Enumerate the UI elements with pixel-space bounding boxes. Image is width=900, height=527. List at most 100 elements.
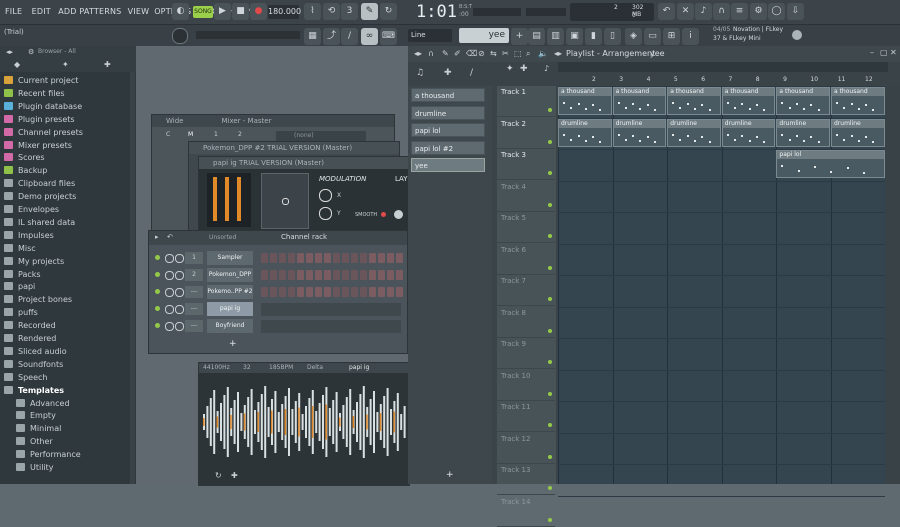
track-mute-led[interactable] <box>548 234 552 238</box>
browser-item[interactable]: Impulses <box>4 229 54 242</box>
track-mute-led[interactable] <box>548 265 552 270</box>
headphones-icon[interactable]: ∩ <box>713 3 730 20</box>
browser-item[interactable]: Channel presets <box>4 126 83 139</box>
link-icon[interactable]: ∞ <box>361 28 378 45</box>
playlist-clip[interactable]: a thousand <box>558 87 612 115</box>
track-mute-led[interactable] <box>548 423 552 427</box>
stop-icon[interactable]: ■ <box>232 3 249 20</box>
brush-icon[interactable]: / <box>341 28 358 45</box>
pattern-song-toggle[interactable]: ◐ <box>172 3 189 20</box>
playlist-clip[interactable]: drumline <box>612 118 667 147</box>
step-button[interactable] <box>333 287 340 297</box>
step-button[interactable] <box>297 287 304 297</box>
track-header[interactable]: Track 1 <box>497 86 555 117</box>
draw-tool-icon[interactable]: ✎ <box>442 49 449 58</box>
playlist-icon[interactable]: ▤ <box>528 28 545 45</box>
track-mute-led[interactable] <box>548 517 552 522</box>
step-button[interactable] <box>306 287 313 297</box>
step-button[interactable] <box>306 253 313 263</box>
channel-mute-led[interactable] <box>155 272 160 277</box>
rack-filter[interactable]: Unsorted <box>209 234 236 241</box>
channel-volume-knob[interactable] <box>175 271 184 280</box>
step-button[interactable] <box>387 253 394 263</box>
pokemon-titlebar[interactable]: Pokemon_DPP #2 TRIAL VERSION (Master) <box>189 142 399 154</box>
track-header[interactable]: Track 8 <box>497 307 555 338</box>
channel-mute-led[interactable] <box>155 306 160 311</box>
step-button[interactable] <box>279 287 286 297</box>
browser-item[interactable]: Minimal <box>16 422 61 435</box>
channel-mute-led[interactable] <box>155 323 160 328</box>
channel-pan-knob[interactable] <box>165 305 174 314</box>
track-mute-led[interactable] <box>548 139 552 144</box>
channel-mixer-track[interactable]: --- <box>185 286 203 298</box>
chat-icon[interactable]: ◯ <box>768 3 785 20</box>
step-button[interactable] <box>270 287 277 297</box>
playlist-minimize-icon[interactable]: – <box>870 48 874 57</box>
add-channel-button[interactable]: + <box>229 339 237 349</box>
browser-icon[interactable]: ▯ <box>604 28 621 45</box>
step-button[interactable] <box>396 270 403 280</box>
channel-mixer-track[interactable]: --- <box>185 320 203 332</box>
countdown-icon[interactable]: 3 <box>341 3 358 20</box>
pattern-add-icon[interactable]: ✚ <box>444 68 452 78</box>
step-button[interactable] <box>342 253 349 263</box>
add-pattern-button[interactable]: + <box>446 470 454 480</box>
step-button[interactable] <box>261 287 268 297</box>
browser-item[interactable]: Rendered <box>4 332 56 345</box>
step-button[interactable] <box>315 287 322 297</box>
master-pitch-slider[interactable] <box>526 8 566 16</box>
step-button[interactable] <box>324 287 331 297</box>
step-button[interactable] <box>387 287 394 297</box>
pattern-item[interactable]: papi lol #2 <box>411 140 485 155</box>
news-subtitle[interactable]: 37 & FLkey Mini <box>713 35 761 42</box>
step-button[interactable] <box>270 270 277 280</box>
smooth-led[interactable] <box>381 212 386 217</box>
timeline-ruler[interactable]: 2 3 4 5 6 7 8 9 10 11 12 <box>558 74 888 86</box>
browser-item[interactable]: papi <box>4 280 35 293</box>
browser-collapse-icon[interactable]: ◆ <box>14 60 20 69</box>
step-button[interactable] <box>369 253 376 263</box>
playlist-maximize-icon[interactable]: ▢ <box>880 48 888 57</box>
channel-pan-knob[interactable] <box>165 271 174 280</box>
globe-icon[interactable] <box>792 30 802 40</box>
browser-scrollbar[interactable] <box>130 72 135 484</box>
browser-item[interactable]: puffs <box>4 306 38 319</box>
mixer-view-icon[interactable]: ▮ <box>585 28 602 45</box>
wait-icon[interactable]: ⟲ <box>323 3 340 20</box>
playlist-clip[interactable]: a thousand <box>831 87 885 115</box>
channel-rack-icon[interactable]: ▣ <box>566 28 583 45</box>
browser-back-icon[interactable]: ◂▸ <box>6 48 13 56</box>
browser-item[interactable]: Advanced <box>16 397 70 410</box>
typing-keyboard-icon[interactable]: ⌨ <box>380 28 397 45</box>
menu-add[interactable]: ADD <box>58 7 76 16</box>
play-icon[interactable]: ▶ <box>214 3 231 20</box>
playlist-view-icon[interactable]: ✦ <box>506 64 514 74</box>
plugin-faders[interactable] <box>207 173 251 227</box>
channel-volume-knob[interactable] <box>175 254 184 263</box>
track-mute-led[interactable] <box>548 360 552 364</box>
playlist-clip[interactable]: drumline <box>776 118 830 147</box>
master-knob[interactable] <box>172 28 188 44</box>
channel-mute-led[interactable] <box>155 255 160 260</box>
step-button[interactable] <box>270 253 277 263</box>
step-button[interactable] <box>378 270 385 280</box>
mixer-titlebar[interactable]: Wide Mixer - Master <box>152 115 394 127</box>
channel-mixer-track[interactable]: 1 <box>185 252 203 264</box>
channel-rack-titlebar[interactable]: ▸ ↶ Unsorted Channel rack <box>149 231 407 245</box>
mixer-tab-master[interactable]: M <box>188 131 193 138</box>
mute-tool-icon[interactable]: ⊘ <box>478 49 485 58</box>
channel-mixer-track[interactable]: --- <box>185 303 203 315</box>
layer-knob[interactable] <box>394 210 403 219</box>
record-icon[interactable]: ● <box>250 3 267 20</box>
browser-item[interactable]: Misc <box>4 242 36 255</box>
piano-roll-preview[interactable] <box>261 320 401 333</box>
channel-pan-knob[interactable] <box>165 288 174 297</box>
news-title[interactable]: Novation | FLkey <box>733 26 783 33</box>
video-icon[interactable]: ▭ <box>644 28 661 45</box>
close-all-icon[interactable]: ✕ <box>677 3 694 20</box>
track-header[interactable]: Track 3 <box>497 149 555 180</box>
step-button[interactable] <box>324 270 331 280</box>
channel-mute-led[interactable] <box>155 289 160 294</box>
mixer-slot[interactable]: (none) <box>276 131 366 141</box>
song-mode-button[interactable]: SONG <box>193 6 213 18</box>
